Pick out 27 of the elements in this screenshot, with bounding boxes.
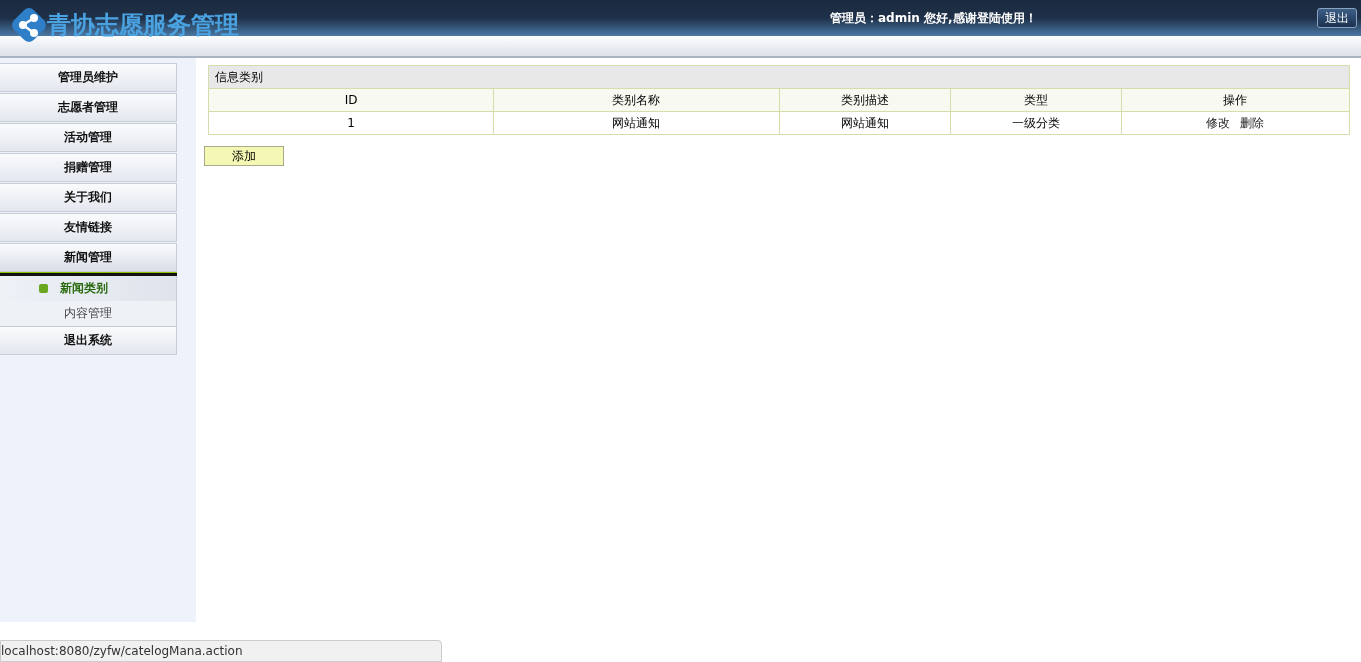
column-header: 类别描述 (779, 88, 951, 112)
table-cell: 网站通知 (493, 111, 779, 135)
submenu-item[interactable]: 新闻类别 (0, 276, 177, 301)
menu-item[interactable]: 管理员维护 (0, 63, 177, 92)
menu-item[interactable]: 退出系统 (0, 326, 177, 355)
table-cell: 一级分类 (950, 111, 1122, 135)
submenu-item[interactable]: 内容管理 (0, 301, 177, 326)
status-bar: localhost:8080/zyfw/catelogMana.action (0, 640, 442, 662)
action-link[interactable]: 删除 (1240, 115, 1265, 130)
menu-item[interactable]: 活动管理 (0, 123, 177, 152)
menu-item[interactable]: 志愿者管理 (0, 93, 177, 122)
column-header: 操作 (1121, 88, 1350, 112)
menu-item[interactable]: 捐赠管理 (0, 153, 177, 182)
menu-item[interactable]: 关于我们 (0, 183, 177, 212)
welcome-text: 管理员：admin 您好,感谢登陆使用！ (830, 10, 1037, 27)
table-cell: 网站通知 (779, 111, 951, 135)
menu-item[interactable]: 友情链接 (0, 213, 177, 242)
column-header: ID (208, 88, 494, 112)
add-button[interactable]: 添加 (204, 146, 284, 166)
table-title: 信息类别 (208, 65, 1350, 89)
column-header: 类别名称 (493, 88, 779, 112)
action-link[interactable]: 修改 (1206, 115, 1231, 130)
menu-item[interactable]: 新闻管理 (0, 243, 177, 272)
app-title: 青协志愿服务管理 (47, 10, 239, 41)
logout-button[interactable]: 退出 (1317, 8, 1357, 28)
column-header: 类型 (950, 88, 1122, 112)
table-cell: 1 (208, 111, 494, 135)
